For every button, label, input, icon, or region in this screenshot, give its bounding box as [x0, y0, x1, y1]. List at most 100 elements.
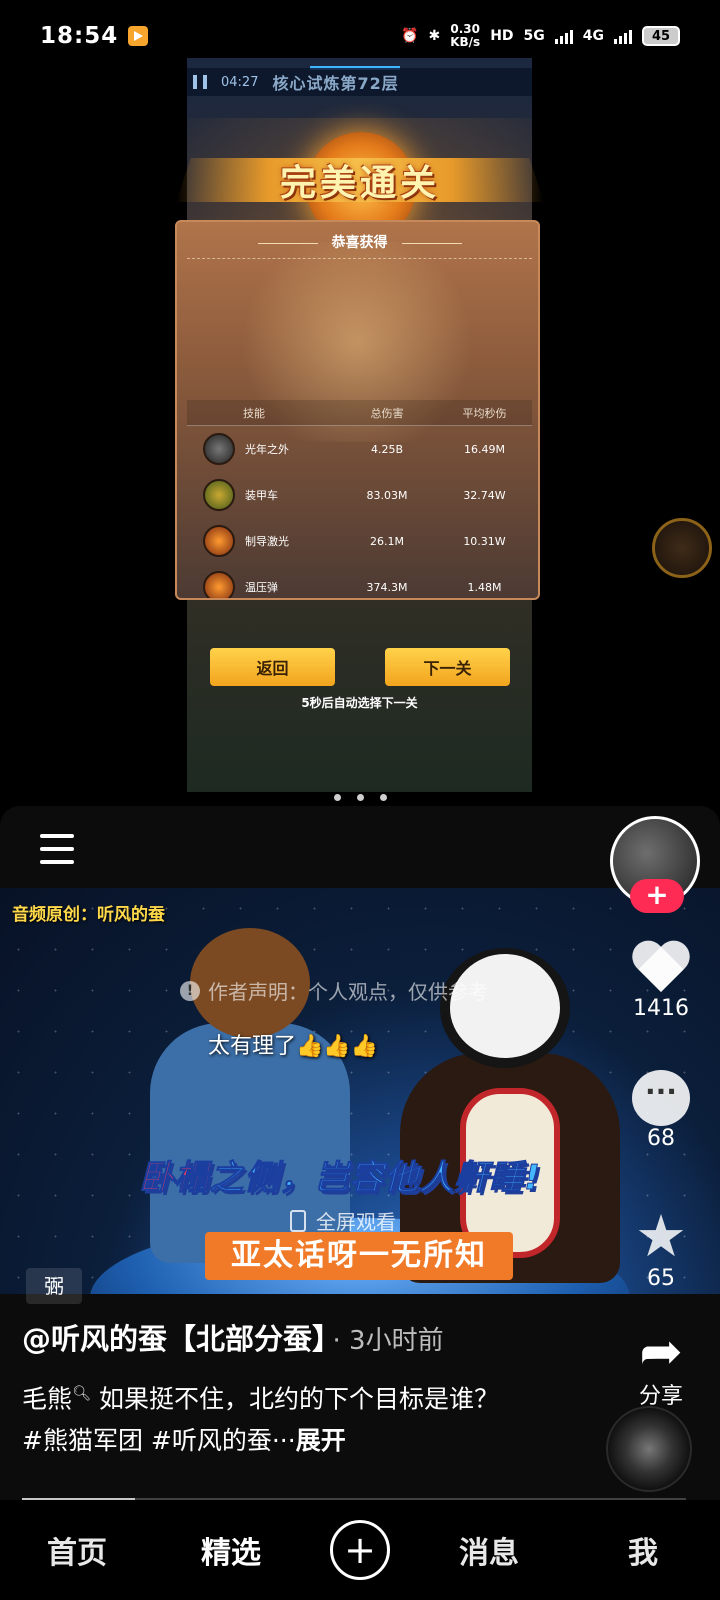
- skill-name: 装甲车: [245, 489, 278, 502]
- auto-next-hint: 5秒后自动选择下一关: [301, 696, 418, 710]
- desc-text: 如果挺不住，北约的下个目标是谁？ #熊猫军团 #听风的蚕···: [22, 1384, 500, 1456]
- author-disclaimer: ! 作者声明：个人观点，仅供参考: [180, 976, 488, 1005]
- video-feed-panel: 音频原创：听风的蚕 ! 作者声明：个人观点，仅供参考 太有理了👍👍👍 卧榻之侧，…: [0, 806, 720, 1600]
- reward-divider: [187, 258, 532, 259]
- comment-button[interactable]: ··· 68: [614, 1070, 708, 1151]
- fullscreen-label: 全屏观看: [316, 1210, 396, 1234]
- net-speed-unit: KB/s: [450, 35, 481, 49]
- nav-featured[interactable]: 精选: [176, 1528, 286, 1572]
- table-row: 制导激光 26.1M 10.31W: [187, 518, 532, 564]
- video-player[interactable]: 音频原创：听风的蚕 ! 作者声明：个人观点，仅供参考 太有理了👍👍👍 卧榻之侧，…: [0, 888, 720, 1294]
- create-plus-button[interactable]: +: [330, 1520, 390, 1580]
- share-icon: ➦: [639, 1322, 683, 1382]
- desc-keyword[interactable]: 毛熊: [22, 1384, 72, 1413]
- bluetooth-icon: ✱: [428, 28, 441, 44]
- favorite-count: 65: [647, 1266, 675, 1291]
- status-icons: ⏰ ✱ 0.30 KB/s HD 5G 4G 45: [401, 23, 680, 49]
- table-row: 装甲车 83.03M 32.74W: [187, 472, 532, 518]
- signal-4g-label: 4G: [582, 28, 604, 44]
- skill-name: 光年之外: [245, 443, 289, 456]
- hd-icon: HD: [490, 28, 514, 44]
- skill-name: 温压弹: [245, 581, 278, 594]
- carousel-dot: [379, 794, 387, 801]
- music-disc-icon[interactable]: [606, 1406, 692, 1492]
- subtitle-blue-part: 之侧，: [209, 1158, 315, 1199]
- skill-dps: 10.31W: [463, 534, 506, 548]
- follow-button[interactable]: +: [630, 879, 684, 913]
- game-top-hud: 04:27 核心试炼第72层: [187, 68, 532, 96]
- battery-icon: 45: [642, 26, 680, 46]
- armored-car-icon: [203, 479, 235, 511]
- comment-count: 68: [647, 1126, 675, 1151]
- comment-icon: ···: [632, 1070, 690, 1126]
- table-row: 温压弹 374.3M 1.48M: [187, 564, 532, 598]
- laser-icon: [203, 525, 235, 557]
- alarm-icon: ⏰: [401, 28, 419, 44]
- victory-banner: 完美通关: [176, 132, 544, 242]
- back-button[interactable]: 返回: [210, 648, 335, 686]
- stats-header: 技能 总伤害 平均秒伤: [187, 400, 532, 426]
- menu-icon[interactable]: [40, 834, 74, 864]
- post-description[interactable]: 毛熊🔍︎ 如果挺不住，北约的下个目标是谁？ #熊猫军团 #听风的蚕···展开: [22, 1372, 512, 1462]
- bottom-nav: 首页 精选 + 消息 我: [0, 1500, 720, 1600]
- skill-total-damage: 83.03M: [366, 488, 408, 502]
- subtitle-blue-part-2: 岂容他人鼾睡!: [314, 1158, 541, 1199]
- game-button-row: 返回 下一关: [210, 648, 510, 686]
- signal-4g-icon: [614, 28, 632, 44]
- skill-dps: 1.48M: [467, 580, 502, 594]
- post-time: · 3小时前: [332, 1326, 444, 1356]
- like-count: 1416: [633, 996, 689, 1021]
- game-panel[interactable]: 04:27 核心试炼第72层 完美通关 恭喜获得 技能 总伤害 平均秒伤 光年之…: [0, 58, 720, 792]
- nav-home[interactable]: 首页: [22, 1528, 132, 1572]
- video-subtitle-orange: 亚太话呀一无所知: [205, 1232, 513, 1280]
- heart-icon: [631, 942, 691, 996]
- share-button[interactable]: ➦ 分享: [614, 1326, 708, 1410]
- next-level-button[interactable]: 下一关: [385, 648, 510, 686]
- search-icon: 🔍︎: [72, 1384, 92, 1402]
- pause-icon[interactable]: [193, 75, 207, 89]
- audio-original-caption: 音频原创：听风的蚕: [12, 905, 165, 925]
- header-dps: 平均秒伤: [462, 406, 507, 420]
- carousel-dots: [0, 794, 720, 801]
- favorite-button[interactable]: ★ 65: [614, 1206, 708, 1291]
- author-line: @听风的蚕【北部分蚕】 · 3小时前: [22, 1316, 444, 1358]
- side-floating-orb-icon[interactable]: [652, 518, 712, 578]
- author-name[interactable]: @听风的蚕【北部分蚕】: [22, 1322, 327, 1356]
- carousel-dot: [356, 794, 364, 801]
- video-subtitle-main: 卧榻之侧，岂容他人鼾睡!: [120, 1150, 560, 1199]
- net-speed: 0.30 KB/s: [450, 23, 480, 49]
- signal-5g-icon: [554, 28, 573, 44]
- carousel-dot: [333, 794, 341, 801]
- floating-comment: 太有理了👍👍👍: [208, 1034, 379, 1059]
- disclaimer-text: 作者声明：个人观点，仅供参考: [208, 980, 488, 1004]
- sniper-rifle-icon: [203, 433, 235, 465]
- status-time: 18:54: [40, 23, 119, 49]
- like-button[interactable]: 1416: [614, 942, 708, 1021]
- skill-total-damage: 374.3M: [366, 580, 408, 594]
- game-level: 核心试炼第72层: [272, 74, 399, 93]
- nav-messages[interactable]: 消息: [434, 1528, 544, 1572]
- subtitle-red-part: 卧榻: [139, 1158, 210, 1199]
- fullscreen-button[interactable]: 全屏观看: [290, 1206, 396, 1235]
- expand-button[interactable]: 展开: [296, 1426, 346, 1455]
- skill-dps: 16.49M: [464, 442, 505, 456]
- info-icon: !: [180, 980, 200, 1001]
- skill-total-damage: 4.25B: [370, 442, 404, 456]
- reward-title: 恭喜获得: [177, 232, 538, 252]
- author-badge: 弻: [26, 1268, 82, 1304]
- damage-stats-table: 技能 总伤害 平均秒伤 光年之外 4.25B 16.49M 装甲车 83.03M…: [187, 400, 532, 598]
- net-speed-value: 0.30: [450, 22, 480, 36]
- skill-total-damage: 26.1M: [370, 534, 404, 548]
- victory-text: 完美通关: [279, 163, 440, 204]
- share-label: 分享: [638, 1384, 683, 1409]
- fullscreen-icon: [290, 1209, 306, 1232]
- reward-card: 恭喜获得 技能 总伤害 平均秒伤 光年之外 4.25B 16.49M 装甲车 8…: [175, 220, 540, 600]
- skill-dps: 32.74W: [463, 488, 506, 502]
- header-skill: 技能: [243, 406, 265, 420]
- header-total-damage: 总伤害: [370, 406, 404, 420]
- nav-me[interactable]: 我: [588, 1528, 698, 1572]
- skill-name: 制导激光: [245, 535, 289, 548]
- video-app-notification-icon: [128, 26, 149, 46]
- star-icon: ★: [635, 1202, 687, 1270]
- table-row: 光年之外 4.25B 16.49M: [187, 426, 532, 472]
